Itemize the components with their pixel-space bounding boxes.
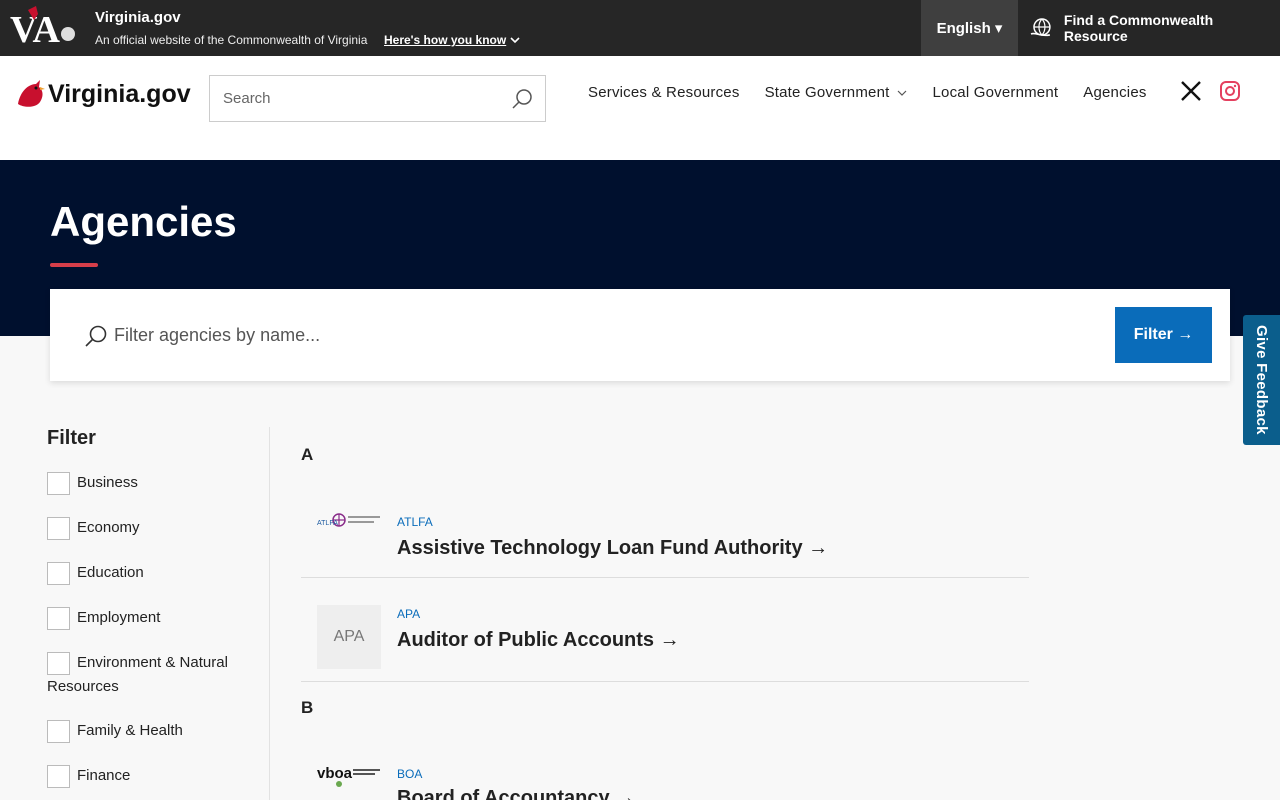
sidebar-divider <box>269 427 270 800</box>
sidebar-title: Filter <box>47 427 96 449</box>
agency-abbreviation: BOA <box>397 767 423 781</box>
checkbox[interactable] <box>47 764 70 788</box>
chevron-down-icon <box>510 37 520 44</box>
filter-option-label: Finance <box>77 767 131 784</box>
checkbox[interactable] <box>47 471 70 495</box>
site-search <box>209 75 546 122</box>
language-label: English ▾ <box>936 20 1003 37</box>
language-selector-button[interactable]: English ▾ <box>921 0 1018 56</box>
agency-item[interactable]: vboa BOA Board of Accountancy → <box>301 749 1029 800</box>
filter-option-education[interactable]: Education <box>47 561 144 585</box>
agency-logo: ATLFA <box>317 488 381 552</box>
agency-filter-input[interactable] <box>114 317 1014 353</box>
agency-name-link[interactable]: Board of Accountancy → <box>397 787 635 800</box>
chevron-down-icon <box>897 90 906 96</box>
agency-logo: vboa <box>317 743 381 800</box>
vboa-logo-icon: vboa <box>317 765 380 787</box>
agency-filter-bar: Filter → <box>50 289 1230 381</box>
nav-local-government[interactable]: Local Government <box>933 84 1059 101</box>
va-cardinal-logo-icon[interactable]: VA <box>8 4 82 48</box>
filter-option-environment[interactable]: Environment & Natural Resources <box>47 651 247 698</box>
filter-option-business[interactable]: Business <box>47 471 138 495</box>
filter-option-label: Education <box>77 564 144 581</box>
letter-heading: A <box>301 445 314 464</box>
filter-sidebar: Filter Business Economy Education Employ… <box>47 427 269 800</box>
find-resource-label: Find a Commonwealth Resource <box>1063 12 1214 44</box>
letter-heading: B <box>301 698 314 717</box>
agency-name-link[interactable]: Auditor of Public Accounts → <box>397 629 680 652</box>
atlfa-logo-icon: ATLFA <box>317 513 380 527</box>
site-search-input[interactable] <box>210 76 490 121</box>
brand-home-link[interactable]: Virginia.gov <box>14 78 191 110</box>
agency-item[interactable]: APA APA Auditor of Public Accounts → <box>301 589 1029 682</box>
agency-item[interactable]: ATLFA ATLFA Assistive Technology Loan Fu… <box>301 497 1029 578</box>
filter-button[interactable]: Filter → <box>1115 307 1212 363</box>
checkbox[interactable] <box>47 561 70 585</box>
filter-option-label: Employment <box>77 609 161 626</box>
nav-label: Agencies <box>1083 84 1147 101</box>
give-feedback-tab[interactable]: Give Feedback <box>1243 315 1280 445</box>
search-icon <box>85 325 107 347</box>
checkbox[interactable] <box>47 516 70 540</box>
nav-services-resources[interactable]: Services & Resources <box>588 84 740 101</box>
title-underline <box>50 263 98 267</box>
filter-option-economy[interactable]: Economy <box>47 516 140 540</box>
nav-label: Services & Resources <box>588 84 740 101</box>
filter-option-label: Environment & Natural Resources <box>47 654 228 695</box>
agency-abbreviation: ATLFA <box>397 515 433 529</box>
agency-abbreviation: APA <box>397 607 421 621</box>
svg-text:vboa: vboa <box>317 765 353 782</box>
gov-banner: VA Virginia.gov An official website of t… <box>0 0 1280 56</box>
filter-option-label: Economy <box>77 519 140 536</box>
search-icon[interactable] <box>511 88 533 110</box>
filter-option-label: Family & Health <box>77 722 183 739</box>
banner-title: Virginia.gov <box>95 9 181 26</box>
agency-name-link[interactable]: Assistive Technology Loan Fund Authority… <box>397 537 828 560</box>
nav-state-government[interactable]: State Government <box>765 84 908 101</box>
agency-logo-placeholder: APA <box>317 605 381 669</box>
feedback-label: Give Feedback <box>1253 325 1270 435</box>
x-twitter-icon[interactable] <box>1180 80 1202 102</box>
filter-option-finance[interactable]: Finance <box>47 764 130 788</box>
how-you-know-link[interactable]: Here's how you know <box>384 33 520 47</box>
instagram-icon[interactable] <box>1219 80 1241 102</box>
filter-option-family-health[interactable]: Family & Health <box>47 719 183 743</box>
nav-agencies[interactable]: Agencies <box>1083 84 1146 101</box>
svg-text:ATLFA: ATLFA <box>317 520 338 527</box>
brand-text: Virginia.gov <box>48 79 191 108</box>
nav-label: State Government <box>764 84 890 101</box>
banner-subtitle: An official website of the Commonwealth … <box>95 33 368 47</box>
nav-label: Local Government <box>932 84 1059 101</box>
main-nav: Services & Resources State Government Lo… <box>588 84 1147 101</box>
page-title: Agencies <box>50 198 237 245</box>
how-you-know-label: Here's how you know <box>384 33 507 47</box>
checkbox[interactable] <box>47 719 70 743</box>
find-resource-button[interactable]: Find a Commonwealth Resource <box>1018 0 1280 56</box>
filter-option-employment[interactable]: Employment <box>47 606 160 630</box>
cardinal-icon <box>18 80 45 107</box>
checkbox[interactable] <box>47 606 70 630</box>
globe-hand-icon <box>1030 18 1051 37</box>
filter-option-label: Business <box>77 474 138 491</box>
checkbox[interactable] <box>47 651 70 675</box>
site-header: Virginia.gov Services & Resources State … <box>0 56 1280 160</box>
